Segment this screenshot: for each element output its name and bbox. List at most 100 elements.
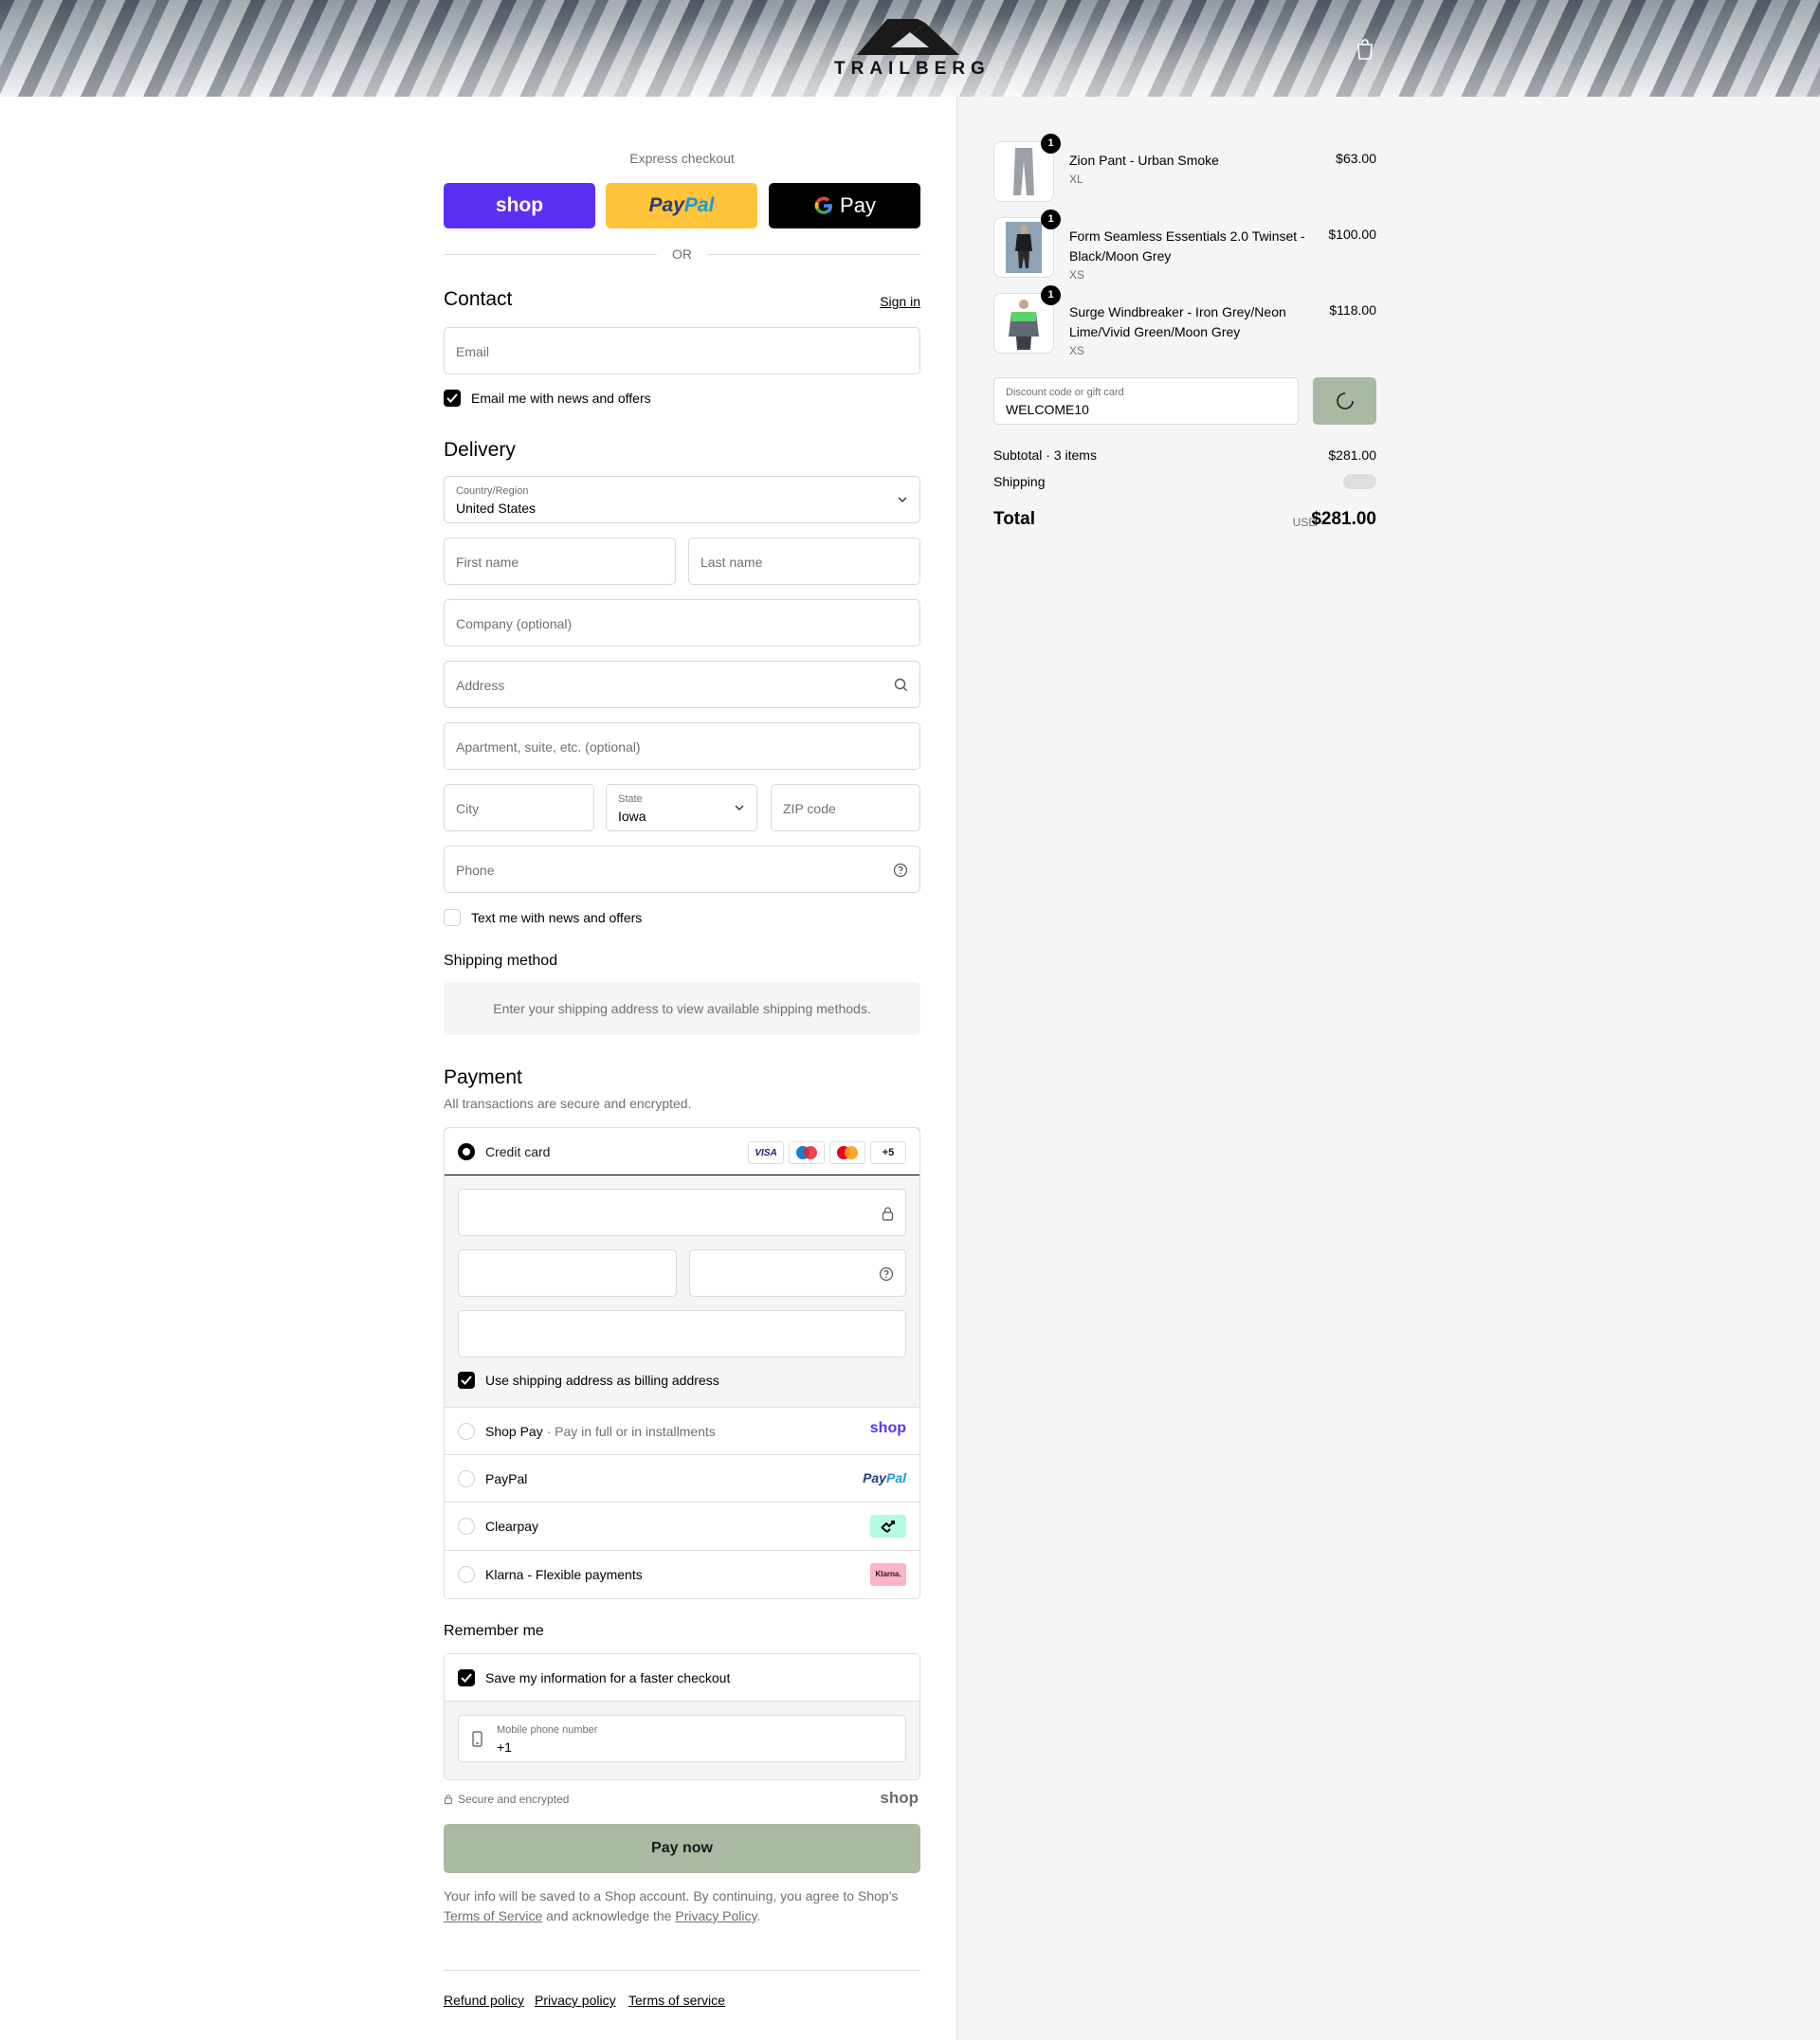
name-on-card-field[interactable] xyxy=(458,1310,906,1357)
country-label: Country/Region xyxy=(456,485,529,497)
shop-pay-express-button[interactable]: shop xyxy=(444,183,595,228)
apartment-field[interactable]: Apartment, suite, etc. (optional) xyxy=(444,722,920,770)
mobile-phone-field[interactable]: Mobile phone number +1 xyxy=(458,1715,906,1762)
apartment-placeholder: Apartment, suite, etc. (optional) xyxy=(456,739,641,755)
total-label: Total xyxy=(993,509,1035,529)
shop-terms-link[interactable]: Terms of Service xyxy=(444,1908,542,1923)
refund-policy-link[interactable]: Refund policy xyxy=(444,1993,524,2008)
klarna-option[interactable]: Klarna - Flexible payments Klarna. xyxy=(445,1550,919,1598)
country-select[interactable]: Country/Region United States xyxy=(444,476,920,523)
email-news-checkbox[interactable] xyxy=(444,390,461,407)
clearpay-option[interactable]: Clearpay xyxy=(445,1502,919,1550)
checkmark-icon xyxy=(446,393,458,403)
cart-icon[interactable] xyxy=(1356,38,1374,65)
credit-card-form: Use shipping address as billing address xyxy=(445,1175,919,1407)
terms-of-service-link[interactable]: Terms of service xyxy=(628,1993,725,2008)
remember-me-box: Save my information for a faster checkou… xyxy=(444,1653,920,1780)
pay-now-button[interactable]: Pay now xyxy=(444,1824,920,1873)
paypal-express-button[interactable]: Pay Pal xyxy=(606,183,757,228)
shop-pay-option[interactable]: Shop Pay · Pay in full or in installment… xyxy=(445,1407,919,1454)
shop-pay-name: Shop Pay xyxy=(485,1424,543,1439)
shop-brand-text: shop xyxy=(495,194,544,216)
search-icon xyxy=(894,678,908,692)
country-value: United States xyxy=(456,501,537,516)
paypal-radio[interactable] xyxy=(458,1470,475,1487)
address-field[interactable]: Address xyxy=(444,661,920,708)
clearpay-radio[interactable] xyxy=(458,1518,475,1535)
privacy-policy-link[interactable]: Privacy policy xyxy=(535,1993,616,2008)
mountain-logo-icon xyxy=(857,19,959,55)
card-number-field[interactable] xyxy=(458,1189,906,1236)
paypal-pal-text: Pal xyxy=(683,194,715,216)
item-title: Form Seamless Essentials 2.0 Twinset - B… xyxy=(1069,228,1305,264)
state-select[interactable]: State Iowa xyxy=(606,784,757,831)
shop-privacy-link[interactable]: Privacy Policy xyxy=(675,1908,756,1923)
klarna-radio[interactable] xyxy=(458,1566,475,1583)
quantity-badge: 1 xyxy=(1041,209,1061,229)
text-news-checkbox[interactable] xyxy=(444,909,461,926)
remember-me-title: Remember me xyxy=(444,1623,544,1639)
chevron-down-icon xyxy=(735,805,744,811)
discount-code-field[interactable]: Discount code or gift card WELCOME10 xyxy=(993,377,1299,425)
visa-icon: VISA xyxy=(748,1141,784,1164)
state-label: State xyxy=(618,793,643,805)
shop-pay-logo: shop xyxy=(869,1420,906,1436)
loading-spinner-icon xyxy=(1336,392,1354,410)
brand-logo[interactable]: TRAILBERG xyxy=(834,15,986,82)
shop-pay-description: Pay in full or in installments xyxy=(555,1424,716,1439)
item-price: $63.00 xyxy=(1336,151,1376,166)
save-info-checkbox[interactable] xyxy=(458,1669,475,1686)
mastercard-icon xyxy=(829,1141,865,1164)
zip-placeholder: ZIP code xyxy=(783,801,836,816)
shop-footer-logo: shop xyxy=(880,1789,919,1807)
credit-card-radio[interactable] xyxy=(458,1143,475,1160)
mobile-phone-value: +1 xyxy=(497,1739,512,1755)
first-name-field[interactable]: First name xyxy=(444,537,676,585)
security-code-field[interactable] xyxy=(689,1249,906,1297)
item-title: Zion Pant - Urban Smoke xyxy=(1069,153,1219,168)
shipping-loading-placeholder xyxy=(1343,474,1376,489)
shop-pay-label: Shop Pay · Pay in full or in installment… xyxy=(485,1424,716,1439)
billing-address-checkbox[interactable] xyxy=(458,1372,475,1389)
credit-card-option[interactable]: Credit card VISA +5 xyxy=(445,1128,919,1175)
expiration-date-field[interactable] xyxy=(458,1249,677,1297)
paypal-option[interactable]: PayPal PayPal xyxy=(445,1454,919,1502)
email-placeholder: Email xyxy=(456,344,490,359)
item-variant: XL xyxy=(1069,173,1083,186)
last-name-field[interactable]: Last name xyxy=(688,537,920,585)
email-field[interactable]: Email xyxy=(444,327,920,374)
sign-in-link[interactable]: Sign in xyxy=(880,294,920,309)
contact-title: Contact xyxy=(444,288,513,310)
zip-field[interactable]: ZIP code xyxy=(771,784,920,831)
shop-pay-radio[interactable] xyxy=(458,1423,475,1440)
secure-encrypted-text: Secure and encrypted xyxy=(458,1793,570,1806)
legal-text-2: and acknowledge the xyxy=(546,1908,672,1923)
address-placeholder: Address xyxy=(456,678,505,693)
paypal-label: PayPal xyxy=(485,1471,528,1486)
item-price: $100.00 xyxy=(1328,227,1376,242)
footer-divider xyxy=(444,1970,920,1971)
payment-title: Payment xyxy=(444,1066,522,1088)
paypal-logo-pal: Pal xyxy=(885,1470,906,1485)
company-placeholder: Company (optional) xyxy=(456,616,573,631)
help-circle-icon[interactable] xyxy=(879,1266,894,1282)
quantity-badge: 1 xyxy=(1041,134,1061,154)
visa-text: VISA xyxy=(755,1147,777,1158)
header-banner: TRAILBERG xyxy=(0,0,1820,97)
google-g-icon xyxy=(814,196,833,214)
city-field[interactable]: City xyxy=(444,784,594,831)
shipping-method-note: Enter your shipping address to view avai… xyxy=(444,982,920,1035)
help-circle-icon[interactable] xyxy=(893,863,908,878)
item-variant: XS xyxy=(1069,344,1085,357)
company-field[interactable]: Company (optional) xyxy=(444,599,920,647)
apply-discount-button[interactable] xyxy=(1313,377,1376,425)
gpay-text: Pay xyxy=(840,193,876,217)
checkmark-icon xyxy=(461,1375,472,1385)
google-pay-express-button[interactable]: Pay xyxy=(769,183,920,228)
shop-pay-separator: · xyxy=(546,1424,552,1439)
klarna-label: Klarna - Flexible payments xyxy=(485,1567,643,1582)
more-cards-badge: +5 xyxy=(870,1141,906,1164)
brand-name: TRAILBERG xyxy=(834,59,991,79)
phone-field[interactable]: Phone xyxy=(444,846,920,893)
lock-icon xyxy=(445,1794,452,1804)
